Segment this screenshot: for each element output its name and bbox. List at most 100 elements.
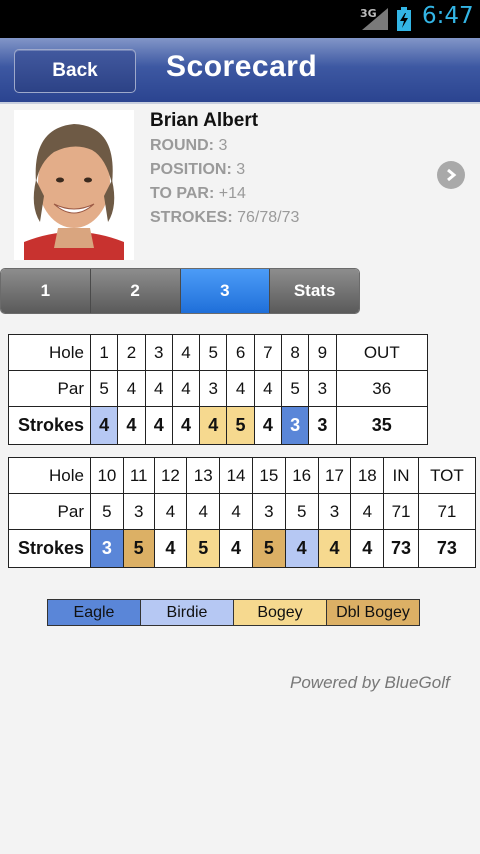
status-bar: 3G 6:47 (0, 0, 480, 38)
par-cell: 3 (199, 370, 228, 407)
hole-number-cell: 14 (219, 457, 253, 494)
strokes-row: Strokes 3 5 4 5 4 5 4 4 4 73 73 (8, 529, 477, 568)
to-par-value: +14 (218, 185, 246, 202)
round-info: ROUND: 3 (150, 137, 227, 155)
strokes-cell: 4 (253, 406, 282, 445)
par-cell: 5 (89, 370, 119, 407)
hole-number-cell: 3 (144, 334, 173, 371)
strokes-info: STROKES: 76/78/73 (150, 209, 299, 227)
round-label: ROUND: (150, 137, 214, 154)
hole-number-cell: TOT (417, 457, 477, 494)
strokes-cell: 3 (308, 406, 337, 445)
strokes-cell: 4 (350, 529, 385, 568)
hole-label: Hole (8, 334, 91, 371)
hole-label: Hole (8, 457, 91, 494)
par-cell: 3 (122, 493, 155, 530)
strokes-row: Strokes 4 4 4 4 4 5 4 3 3 35 (8, 406, 429, 445)
score-legend: Eagle Birdie Bogey Dbl Bogey (47, 599, 420, 626)
position-value: 3 (236, 161, 246, 178)
strokes-cell: 5 (226, 406, 255, 445)
par-cell: 3 (317, 493, 352, 530)
title-bar: Back Scorecard (0, 38, 480, 104)
strokes-label: Strokes (8, 406, 91, 445)
hole-row: Hole 10 11 12 13 14 15 16 17 18 IN TOT (8, 457, 477, 494)
strokes-cell: 4 (317, 529, 352, 568)
hole-number-cell: 9 (308, 334, 337, 371)
hole-number-cell: 18 (350, 457, 385, 494)
hole-number-cell: 13 (186, 457, 221, 494)
tab-round-1[interactable]: 1 (1, 269, 91, 313)
hole-row: Hole 1 2 3 4 5 6 7 8 9 OUT (8, 334, 429, 371)
front-nine-table: Hole 1 2 3 4 5 6 7 8 9 OUT Par 5 4 4 4 3 4 4 5 3 36 Stroke… (8, 334, 429, 445)
position-info: POSITION: 3 (150, 161, 245, 179)
par-cell: 4 (350, 493, 385, 530)
strokes-cell: 4 (117, 406, 146, 445)
signal-icon (362, 8, 388, 30)
player-detail-button[interactable] (437, 161, 465, 189)
strokes-cell: 73 (383, 529, 419, 568)
back-nine-table: Hole 10 11 12 13 14 15 16 17 18 IN TOT Par 5344435… (8, 457, 477, 568)
par-cell: 5 (90, 493, 124, 530)
par-cell: 4 (253, 370, 282, 407)
par-cell: 4 (144, 370, 173, 407)
hole-number-cell: 5 (199, 334, 228, 371)
legend-dbl-bogey: Dbl Bogey (327, 600, 419, 625)
par-label: Par (8, 370, 91, 407)
tab-stats[interactable]: Stats (270, 269, 359, 313)
strokes-cell: 4 (153, 529, 188, 568)
back-button[interactable]: Back (14, 49, 136, 93)
par-cell: 5 (280, 370, 310, 407)
legend-eagle: Eagle (48, 600, 141, 625)
hole-number-cell: 4 (171, 334, 201, 371)
par-cell: 3 (308, 370, 337, 407)
position-label: POSITION: (150, 161, 232, 178)
tab-round-2[interactable]: 2 (90, 269, 181, 313)
strokes-cell: 4 (171, 406, 201, 445)
hole-number-cell: 10 (90, 457, 124, 494)
strokes-cell: 4 (199, 406, 228, 445)
strokes-cell: 5 (122, 529, 155, 568)
hole-number-cell: 6 (226, 334, 255, 371)
hole-number-cell: OUT (335, 334, 429, 371)
strokes-cell: 4 (219, 529, 253, 568)
hole-number-cell: 8 (280, 334, 310, 371)
to-par-label: TO PAR: (150, 185, 215, 202)
strokes-cell: 3 (280, 406, 310, 445)
par-cell: 36 (335, 370, 429, 407)
round-tabs: 1 2 3 Stats (0, 268, 360, 314)
player-name: Brian Albert (150, 110, 259, 131)
to-par-info: TO PAR: +14 (150, 185, 246, 203)
par-cell: 4 (219, 493, 253, 530)
strokes-cell: 3 (90, 529, 124, 568)
round-value: 3 (218, 137, 228, 154)
par-row: Par 5 4 4 4 3 4 4 5 3 36 (8, 370, 429, 407)
strokes-label: STROKES: (150, 209, 233, 226)
strokes-cell: 4 (284, 529, 319, 568)
par-cell: 3 (251, 493, 286, 530)
tab-round-3[interactable]: 3 (180, 269, 271, 313)
hole-number-cell: 7 (253, 334, 282, 371)
hole-number-cell: 15 (251, 457, 286, 494)
par-cell: 4 (171, 370, 201, 407)
battery-icon (397, 7, 411, 31)
strokes-cell: 35 (335, 406, 429, 445)
par-cell: 5 (284, 493, 319, 530)
hole-number-cell: 2 (117, 334, 146, 371)
par-cell: 71 (383, 493, 419, 530)
hole-number-cell: 17 (317, 457, 352, 494)
par-cell: 4 (186, 493, 221, 530)
page-title: Scorecard (166, 50, 318, 83)
strokes-value: 76/78/73 (237, 209, 300, 226)
legend-bogey: Bogey (234, 600, 327, 625)
strokes-cell: 5 (186, 529, 221, 568)
hole-number-cell: 11 (122, 457, 155, 494)
par-cell: 4 (117, 370, 146, 407)
player-photo (14, 110, 134, 260)
chevron-right-icon (447, 168, 457, 182)
par-cell: 4 (153, 493, 188, 530)
hole-number-cell: 1 (89, 334, 119, 371)
strokes-cell: 5 (251, 529, 286, 568)
strokes-cell: 73 (417, 529, 477, 568)
hole-number-cell: IN (383, 457, 419, 494)
par-row: Par 5 3 4 4 4 3 5 3 4 71 71 (8, 493, 477, 530)
